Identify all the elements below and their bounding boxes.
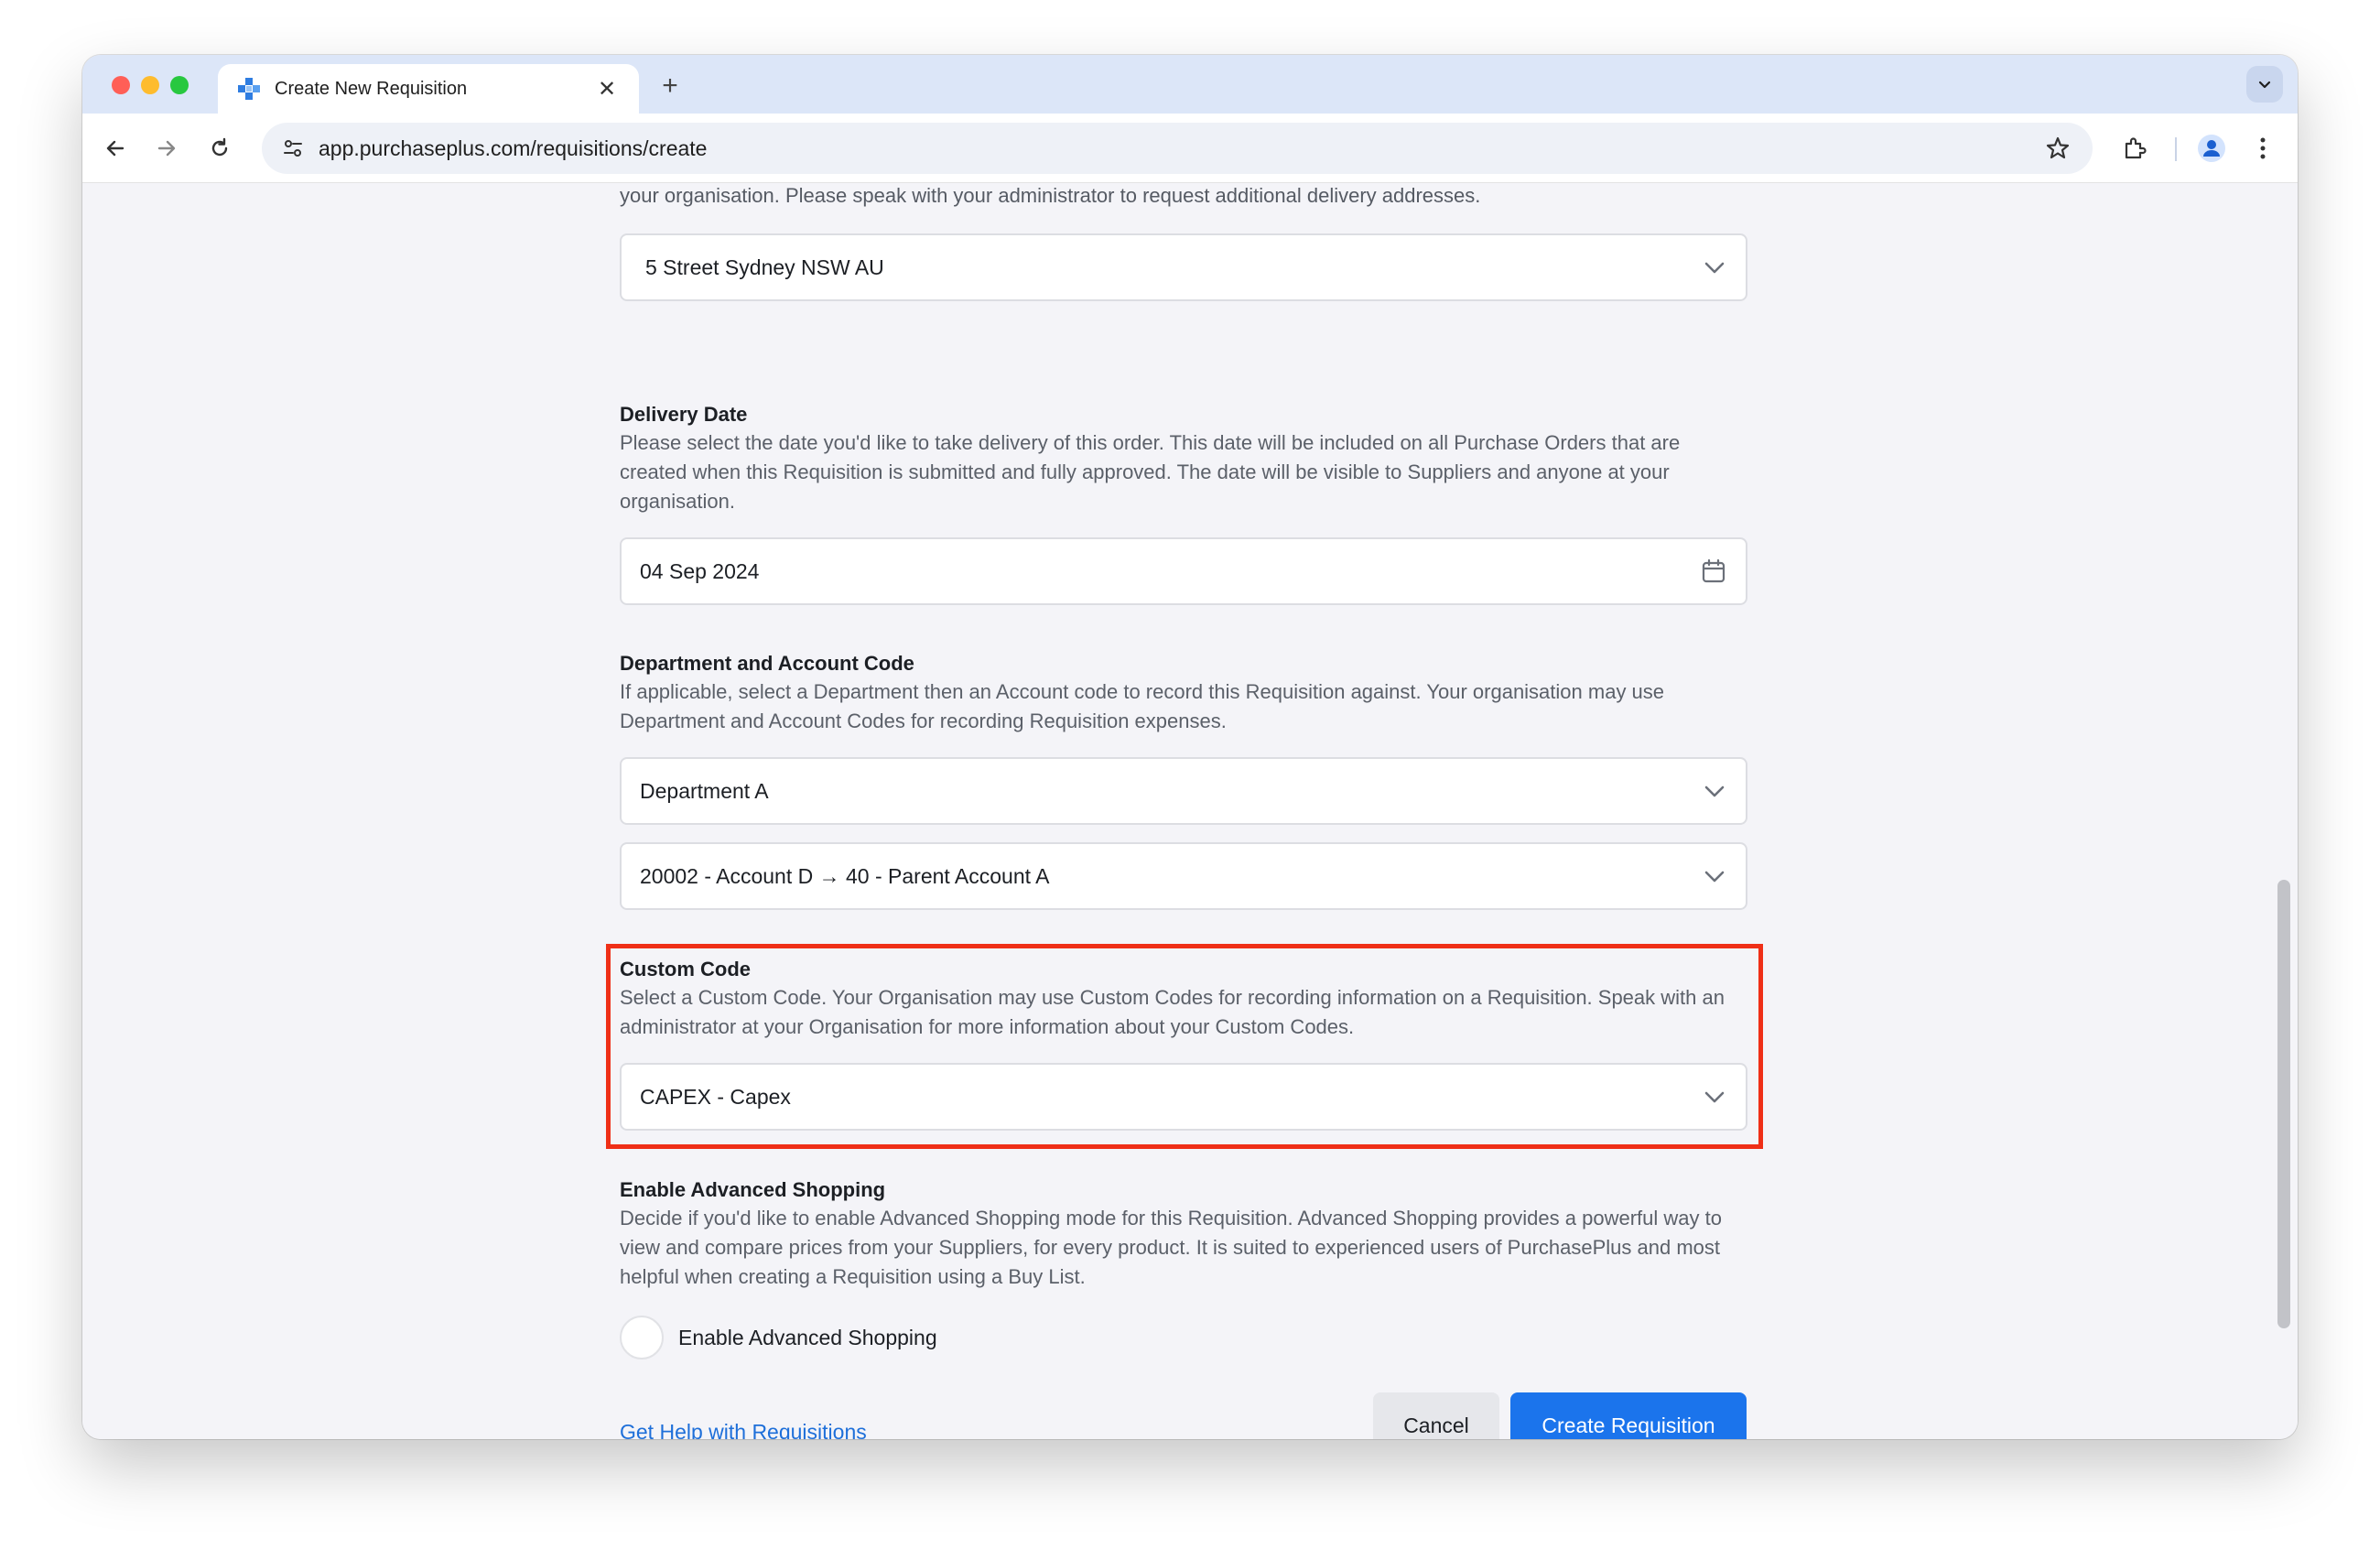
chevron-down-icon: [1704, 785, 1725, 797]
department-value: Department A: [640, 778, 769, 803]
delivery-address-value: 5 Street Sydney NSW AU: [645, 255, 884, 279]
advanced-shopping-toggle-label[interactable]: Enable Advanced Shopping: [678, 1326, 937, 1350]
profile-button[interactable]: [2193, 130, 2230, 167]
department-select[interactable]: Department A: [620, 757, 1747, 825]
delivery-date-input[interactable]: 04 Sep 2024: [620, 537, 1747, 605]
advanced-shopping-toggle[interactable]: [620, 1316, 664, 1359]
back-button[interactable]: [97, 130, 134, 167]
delivery-address-description: your organisation. Please speak with you…: [620, 184, 1481, 207]
advanced-shopping-toggle-row[interactable]: Enable Advanced Shopping: [620, 1316, 937, 1359]
page-scrollbar[interactable]: [2277, 880, 2290, 1328]
puzzle-icon: [2125, 137, 2147, 159]
custom-code-label: Custom Code: [620, 958, 751, 980]
chevron-down-icon: [1704, 871, 1725, 883]
calendar-icon[interactable]: [1700, 558, 1727, 585]
delivery-date-description: Please select the date you'd like to tak…: [620, 431, 1681, 513]
extensions-button[interactable]: [2116, 130, 2153, 167]
page-content: your organisation. Please speak with you…: [82, 184, 2298, 1439]
custom-code-description: Select a Custom Code. Your Organisation …: [620, 986, 1725, 1038]
browser-menu-button[interactable]: [2245, 130, 2281, 167]
close-window-button[interactable]: [112, 76, 130, 94]
custom-code-select[interactable]: CAPEX - Capex: [620, 1063, 1747, 1131]
bookmark-star-icon[interactable]: [2041, 132, 2074, 165]
browser-window: Create New Requisition ✕ + app.purchasep…: [82, 55, 2298, 1439]
tab-title: Create New Requisition: [275, 78, 468, 99]
delivery-date-label: Delivery Date: [620, 403, 748, 426]
browser-toolbar: app.purchaseplus.com/requisitions/create: [82, 114, 2298, 183]
site-settings-icon[interactable]: [276, 132, 309, 165]
toolbar-divider: [2175, 137, 2177, 161]
create-requisition-button[interactable]: Create Requisition: [1510, 1392, 1747, 1439]
account-code-value: 20002 - Account D → 40 - Parent Account …: [640, 863, 1050, 888]
address-bar[interactable]: app.purchaseplus.com/requisitions/create: [262, 123, 2093, 174]
arrow-left-icon: [106, 140, 124, 157]
advanced-shopping-description: Decide if you'd like to enable Advanced …: [620, 1207, 1722, 1288]
purchaseplus-favicon-icon: [236, 76, 262, 102]
arrow-right-icon: [157, 140, 176, 157]
new-tab-button[interactable]: +: [652, 68, 688, 104]
chevron-down-icon: [2258, 81, 2271, 89]
tab-create-requisition[interactable]: Create New Requisition ✕: [218, 64, 639, 114]
tab-close-icon[interactable]: ✕: [593, 76, 621, 103]
maximize-window-button[interactable]: [170, 76, 189, 94]
profile-avatar-icon: [2198, 135, 2225, 162]
cancel-button[interactable]: Cancel: [1373, 1392, 1499, 1439]
reload-icon: [211, 137, 228, 157]
minimize-window-button[interactable]: [141, 76, 159, 94]
department-description: If applicable, select a Department then …: [620, 680, 1665, 732]
custom-code-value: CAPEX - Capex: [640, 1084, 791, 1109]
chevron-down-icon: [1704, 262, 1725, 274]
reload-button[interactable]: [201, 130, 238, 167]
advanced-shopping-label: Enable Advanced Shopping: [620, 1178, 886, 1201]
forward-button[interactable]: [148, 130, 185, 167]
tab-bar: Create New Requisition ✕ +: [82, 55, 2298, 114]
get-help-link[interactable]: Get Help with Requisitions: [620, 1420, 867, 1439]
url-text[interactable]: app.purchaseplus.com/requisitions/create: [319, 136, 707, 161]
account-code-select[interactable]: 20002 - Account D → 40 - Parent Account …: [620, 842, 1747, 910]
delivery-date-value: 04 Sep 2024: [640, 558, 760, 583]
kebab-menu-icon: [2260, 137, 2266, 159]
delivery-address-select[interactable]: 5 Street Sydney NSW AU: [620, 233, 1747, 301]
department-label: Department and Account Code: [620, 652, 914, 675]
chevron-down-icon: [1704, 1091, 1725, 1103]
tab-search-button[interactable]: [2246, 66, 2283, 103]
